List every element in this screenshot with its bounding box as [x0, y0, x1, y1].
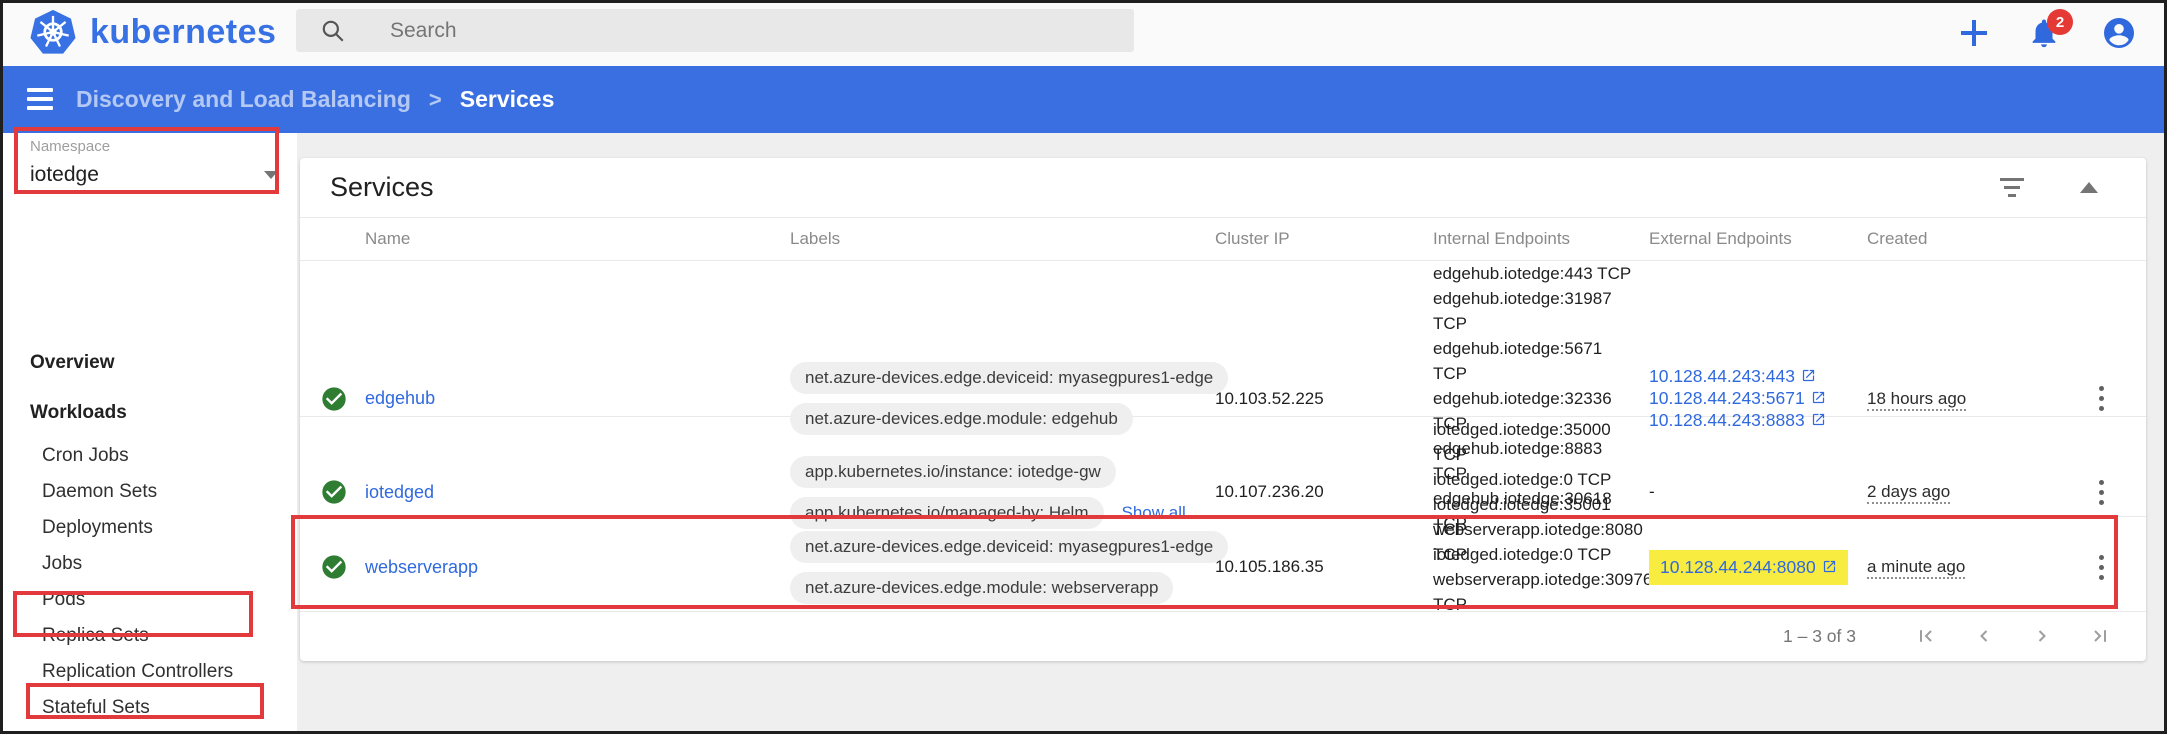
row-actions-menu-icon[interactable]	[2095, 382, 2108, 415]
sidebar-item-replica-sets[interactable]: Replica Sets	[42, 625, 149, 647]
kubernetes-logo-icon	[30, 9, 76, 54]
sidebar-item-jobs[interactable]: Jobs	[42, 553, 82, 575]
last-page-button[interactable]	[2090, 626, 2110, 646]
top-header: kubernetes 2	[0, 0, 2167, 66]
namespace-label: Namespace	[30, 138, 111, 155]
external-endpoint-link[interactable]: 10.128.44.243:8883	[1649, 410, 1826, 431]
cluster-ip-value: 10.105.186.35	[1215, 557, 1324, 576]
pagination-bar: 1 – 3 of 3	[300, 612, 2146, 660]
pagination-range: 1 – 3 of 3	[1783, 625, 1856, 646]
notifications-button[interactable]: 2	[2027, 9, 2073, 50]
service-name-link[interactable]: edgehub	[365, 388, 435, 408]
internal-endpoint: webserverapp.iotedge:8080 TCP	[1433, 520, 1643, 564]
internal-endpoint: edgehub.iotedge:31987 TCP	[1433, 289, 1612, 333]
sidebar-item-replication-controllers[interactable]: Replication Controllers	[42, 661, 233, 683]
menu-icon[interactable]	[27, 88, 53, 110]
sidebar-section-workloads[interactable]: Workloads	[30, 402, 127, 424]
status-ok-icon	[322, 555, 346, 579]
notification-badge: 2	[2047, 9, 2073, 35]
created-value: 18 hours ago	[1867, 388, 1967, 411]
search-icon	[322, 20, 344, 42]
filter-icon[interactable]	[2000, 178, 2024, 197]
external-endpoint-link-highlighted[interactable]: 10.128.44.244:8080	[1649, 549, 1848, 585]
status-ok-icon	[322, 386, 346, 411]
table-header-row: Name Labels Cluster IP Internal Endpoint…	[300, 217, 2146, 261]
user-avatar[interactable]	[2101, 15, 2137, 51]
card-title: Services	[330, 172, 434, 202]
kubernetes-logo[interactable]: kubernetes	[30, 9, 276, 55]
label-chip: app.kubernetes.io/instance: iotedge-gw	[790, 455, 1116, 488]
table-row: edgehub net.azure-devices.edge.deviceid:…	[300, 261, 2146, 533]
previous-page-button[interactable]	[1974, 626, 1994, 646]
search-input[interactable]	[390, 18, 1030, 43]
services-card: Services Name Labels Cluster IP Internal…	[300, 158, 2146, 661]
label-chip: app.kubernetes.io/managed-by: Helm	[790, 496, 1104, 529]
collapse-card-icon[interactable]	[2080, 182, 2098, 193]
internal-endpoint: iotedged.iotedge:0 TCP	[1433, 470, 1612, 489]
column-header-internal-endpoints[interactable]: Internal Endpoints	[1433, 229, 1649, 249]
external-link-icon	[1812, 413, 1824, 426]
create-resource-button[interactable]	[1961, 20, 1987, 46]
internal-endpoint: iotedged.iotedge:35000 TCP	[1433, 420, 1611, 464]
sidebar-item-pods[interactable]: Pods	[42, 589, 85, 611]
external-link-icon	[1802, 369, 1815, 382]
external-endpoint-link[interactable]: 10.128.44.243:5671	[1649, 388, 1826, 409]
label-chip: net.azure-devices.edge.module: edgehub	[790, 403, 1133, 435]
table-row: iotedged app.kubernetes.io/instance: iot…	[300, 417, 2146, 564]
breadcrumb-current: Services	[459, 86, 555, 112]
breadcrumb: Discovery and Load Balancing > Services	[76, 66, 554, 133]
column-header-labels[interactable]: Labels	[790, 229, 1215, 249]
cluster-ip-value: 10.107.236.20	[1215, 482, 1324, 501]
column-header-external-endpoints[interactable]: External Endpoints	[1649, 229, 1867, 249]
sidebar-item-cron-jobs[interactable]: Cron Jobs	[42, 445, 129, 467]
table-row: webserverapp net.azure-devices.edge.devi…	[300, 517, 2146, 614]
sidebar: Namespace iotedge Overview Workloads Cro…	[0, 133, 307, 734]
service-name-link[interactable]: webserverapp	[365, 557, 478, 577]
cluster-ip-value: 10.103.52.225	[1215, 388, 1324, 408]
first-page-button[interactable]	[1916, 626, 1936, 646]
column-header-created[interactable]: Created	[1867, 229, 2027, 249]
logo-text: kubernetes	[90, 12, 277, 51]
row-actions-menu-icon[interactable]	[2095, 551, 2108, 584]
internal-endpoint: edgehub.iotedge:5671 TCP	[1433, 339, 1603, 383]
internal-endpoint: edgehub.iotedge:443 TCP	[1433, 264, 1632, 283]
label-chip: net.azure-devices.edge.module: webserver…	[790, 571, 1174, 604]
app-bar: Discovery and Load Balancing > Services	[0, 66, 2167, 133]
search-bar[interactable]	[296, 9, 1134, 52]
label-chip: net.azure-devices.edge.deviceid: myasegp…	[790, 530, 1229, 563]
external-endpoint-link[interactable]: 10.128.44.243:443	[1649, 366, 1816, 387]
created-value: a minute ago	[1867, 557, 1966, 579]
status-ok-icon	[322, 480, 346, 504]
namespace-value: iotedge	[30, 162, 99, 186]
column-header-name[interactable]: Name	[365, 229, 790, 249]
internal-endpoint: webserverapp.iotedge:30976 TCP	[1433, 570, 1653, 614]
breadcrumb-parent[interactable]: Discovery and Load Balancing	[76, 86, 411, 113]
label-chip: net.azure-devices.edge.deviceid: myasegp…	[790, 362, 1229, 394]
next-page-button[interactable]	[2032, 626, 2052, 646]
sidebar-item-overview[interactable]: Overview	[30, 352, 115, 374]
external-endpoint-empty: -	[1649, 482, 1655, 501]
row-actions-menu-icon[interactable]	[2095, 476, 2108, 509]
header-actions: 2	[1961, 0, 2137, 66]
external-link-icon	[1812, 391, 1824, 404]
sidebar-item-stateful-sets[interactable]: Stateful Sets	[42, 697, 150, 719]
app-window: kubernetes 2 Discovery and	[0, 0, 2167, 734]
created-value: 2 days ago	[1867, 482, 1951, 504]
show-all-link[interactable]: Show all	[1122, 503, 1186, 523]
external-link-icon	[1823, 560, 1835, 572]
namespace-selector[interactable]: iotedge	[30, 161, 278, 193]
breadcrumb-separator: >	[428, 86, 442, 112]
sidebar-item-deployments[interactable]: Deployments	[42, 517, 153, 539]
chevron-down-icon	[264, 170, 278, 179]
sidebar-item-daemon-sets[interactable]: Daemon Sets	[42, 481, 157, 503]
column-header-cluster-ip[interactable]: Cluster IP	[1215, 229, 1433, 249]
card-header: Services	[300, 158, 2146, 217]
service-name-link[interactable]: iotedged	[365, 482, 434, 502]
